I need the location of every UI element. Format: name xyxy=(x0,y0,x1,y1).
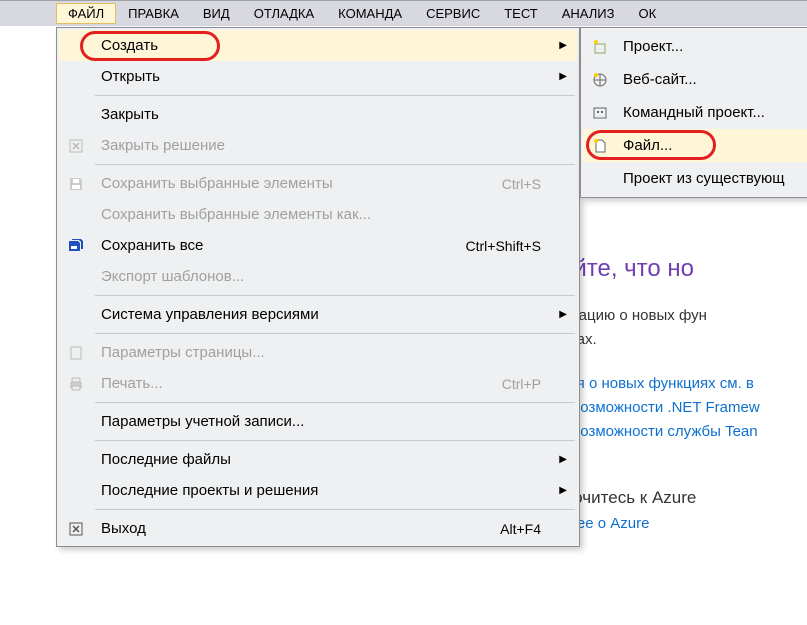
exit-label: Выход xyxy=(93,520,500,537)
menu-separator xyxy=(95,95,575,96)
export-templates-label: Экспорт шаблонов... xyxy=(93,268,561,285)
source-control-label: Система управления версиями xyxy=(93,306,561,323)
menu-item-save-selected-as: Сохранить выбранные элементы как... xyxy=(59,199,577,230)
save-icon xyxy=(68,176,84,192)
menu-item-recent-files[interactable]: Последние файлы ▶ xyxy=(59,444,577,475)
menu-item-create[interactable]: Создать ▶ xyxy=(59,30,577,61)
submenu-arrow-icon: ▶ xyxy=(559,309,567,320)
page-setup-icon xyxy=(68,345,84,361)
start-page-heading: айте, что но xyxy=(560,250,807,288)
menu-item-export-templates: Экспорт шаблонов... xyxy=(59,261,577,292)
menu-item-save-selected: Сохранить выбранные элементы Ctrl+S xyxy=(59,168,577,199)
exit-shortcut: Alt+F4 xyxy=(500,521,561,537)
new-file-icon xyxy=(592,138,608,154)
bg-text-1: рмацию о новых фун xyxy=(560,304,807,328)
bg-link-1[interactable]: ния о новых функциях см. в xyxy=(560,372,807,396)
save-selected-label: Сохранить выбранные элементы xyxy=(93,175,502,192)
menubar-window[interactable]: ОК xyxy=(626,3,668,24)
team-project-label: Командный проект... xyxy=(617,104,807,121)
print-icon xyxy=(68,376,84,392)
menu-item-source-control[interactable]: Система управления версиями ▶ xyxy=(59,299,577,330)
menu-separator xyxy=(95,402,575,403)
save-all-icon xyxy=(68,238,84,254)
menu-item-account-settings[interactable]: Параметры учетной записи... xyxy=(59,406,577,437)
submenu-item-website[interactable]: Веб-сайт... xyxy=(583,63,807,96)
azure-link[interactable]: бнее о Azure xyxy=(560,512,807,536)
submenu-item-file[interactable]: Файл... xyxy=(583,129,807,162)
account-settings-label: Параметры учетной записи... xyxy=(93,413,561,430)
exit-icon xyxy=(68,521,84,537)
new-website-icon xyxy=(592,72,608,88)
file-menu-dropdown: Создать ▶ Открыть ▶ Закрыть Закрыть реше… xyxy=(56,27,580,547)
menu-separator xyxy=(95,164,575,165)
submenu-arrow-icon: ▶ xyxy=(559,454,567,465)
menubar: ФАЙЛ ПРАВКА ВИД ОТЛАДКА КОМАНДА СЕРВИС Т… xyxy=(0,0,807,26)
recent-files-label: Последние файлы xyxy=(93,451,561,468)
menu-separator xyxy=(95,440,575,441)
create-label: Создать xyxy=(93,37,561,54)
menu-item-recent-projects[interactable]: Последние проекты и решения ▶ xyxy=(59,475,577,506)
file-label: Файл... xyxy=(617,137,807,154)
submenu-item-from-existing[interactable]: Проект из существующ xyxy=(583,162,807,195)
submenu-arrow-icon: ▶ xyxy=(559,40,567,51)
menu-item-open[interactable]: Открыть ▶ xyxy=(59,61,577,92)
menu-item-exit[interactable]: Выход Alt+F4 xyxy=(59,513,577,544)
submenu-item-project[interactable]: Проект... xyxy=(583,30,807,63)
menubar-team[interactable]: КОМАНДА xyxy=(326,3,414,24)
project-label: Проект... xyxy=(617,38,807,55)
menubar-view[interactable]: ВИД xyxy=(191,3,242,24)
menu-item-save-all[interactable]: Сохранить все Ctrl+Shift+S xyxy=(59,230,577,261)
menubar-analyze[interactable]: АНАЛИЗ xyxy=(550,3,627,24)
close-solution-label: Закрыть решение xyxy=(93,137,561,154)
create-submenu: Проект... Веб-сайт... Командный проект..… xyxy=(580,27,807,198)
save-selected-as-label: Сохранить выбранные элементы как... xyxy=(93,206,561,223)
close-solution-icon xyxy=(68,138,84,154)
save-selected-shortcut: Ctrl+S xyxy=(502,176,561,192)
recent-projects-label: Последние проекты и решения xyxy=(93,482,561,499)
menubar-file[interactable]: ФАЙЛ xyxy=(56,3,116,24)
start-page-content: айте, что но рмацию о новых фун елах. ни… xyxy=(560,250,807,536)
menu-item-page-setup: Параметры страницы... xyxy=(59,337,577,368)
menu-item-close[interactable]: Закрыть xyxy=(59,99,577,130)
bg-link-2[interactable]: е возможности .NET Framew xyxy=(560,396,807,420)
submenu-item-team-project[interactable]: Командный проект... xyxy=(583,96,807,129)
new-team-project-icon xyxy=(592,105,608,121)
submenu-arrow-icon: ▶ xyxy=(559,485,567,496)
menu-item-print: Печать... Ctrl+P xyxy=(59,368,577,399)
azure-heading: лючитесь к Azure xyxy=(560,484,807,511)
menu-separator xyxy=(95,295,575,296)
bg-link-3[interactable]: е возможности службы Tean xyxy=(560,420,807,444)
menubar-tools[interactable]: СЕРВИС xyxy=(414,3,492,24)
page-setup-label: Параметры страницы... xyxy=(93,344,561,361)
menubar-test[interactable]: ТЕСТ xyxy=(492,3,550,24)
menu-separator xyxy=(95,333,575,334)
print-label: Печать... xyxy=(93,375,502,392)
print-shortcut: Ctrl+P xyxy=(502,376,561,392)
menubar-edit[interactable]: ПРАВКА xyxy=(116,3,191,24)
menubar-debug[interactable]: ОТЛАДКА xyxy=(242,3,326,24)
bg-text-2: елах. xyxy=(560,328,807,352)
menu-separator xyxy=(95,509,575,510)
close-label: Закрыть xyxy=(93,106,561,123)
website-label: Веб-сайт... xyxy=(617,71,807,88)
save-all-shortcut: Ctrl+Shift+S xyxy=(466,238,561,254)
menu-item-close-solution: Закрыть решение xyxy=(59,130,577,161)
from-existing-label: Проект из существующ xyxy=(617,170,807,187)
submenu-arrow-icon: ▶ xyxy=(559,71,567,82)
open-label: Открыть xyxy=(93,68,561,85)
save-all-label: Сохранить все xyxy=(93,237,466,254)
new-project-icon xyxy=(592,39,608,55)
